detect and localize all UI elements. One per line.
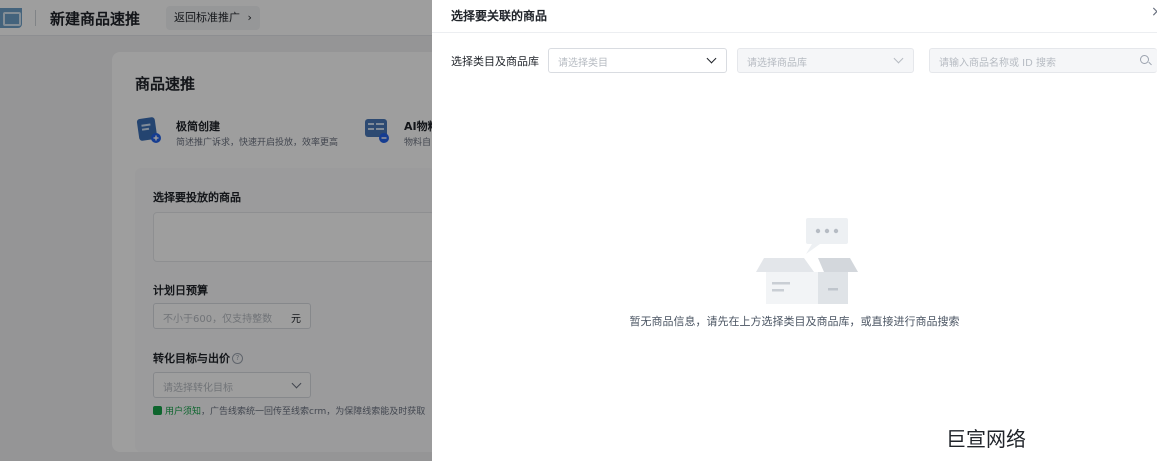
chevron-down-icon (893, 53, 904, 64)
drawer-header: 选择要关联的商品 × (432, 0, 1157, 33)
drawer-title: 选择要关联的商品 (451, 9, 548, 23)
empty-state-message: 暂无商品信息，请先在上方选择类目及商品库，或直接进行商品搜索 (629, 315, 960, 328)
category-select[interactable]: 请选择类目 (548, 48, 727, 73)
category-placeholder: 请选择类目 (558, 58, 608, 69)
product-library-select[interactable]: 请选择商品库 (737, 48, 914, 73)
search-placeholder: 请输入商品名称或 ID 搜索 (939, 58, 1057, 69)
product-search-input[interactable]: 请输入商品名称或 ID 搜索 (929, 48, 1157, 73)
select-product-drawer: 选择要关联的商品 × 选择类目及商品库 请选择类目 请选择商品库 请输入商品名称… (432, 0, 1157, 461)
close-icon[interactable]: × (1151, 4, 1157, 20)
empty-box-icon (756, 218, 858, 304)
watermark-text: 巨宣网络 (946, 427, 1026, 451)
search-icon[interactable] (1140, 55, 1149, 64)
filter-label: 选择类目及商品库 (451, 55, 539, 68)
library-placeholder: 请选择商品库 (747, 58, 807, 69)
chevron-down-icon (706, 53, 717, 64)
